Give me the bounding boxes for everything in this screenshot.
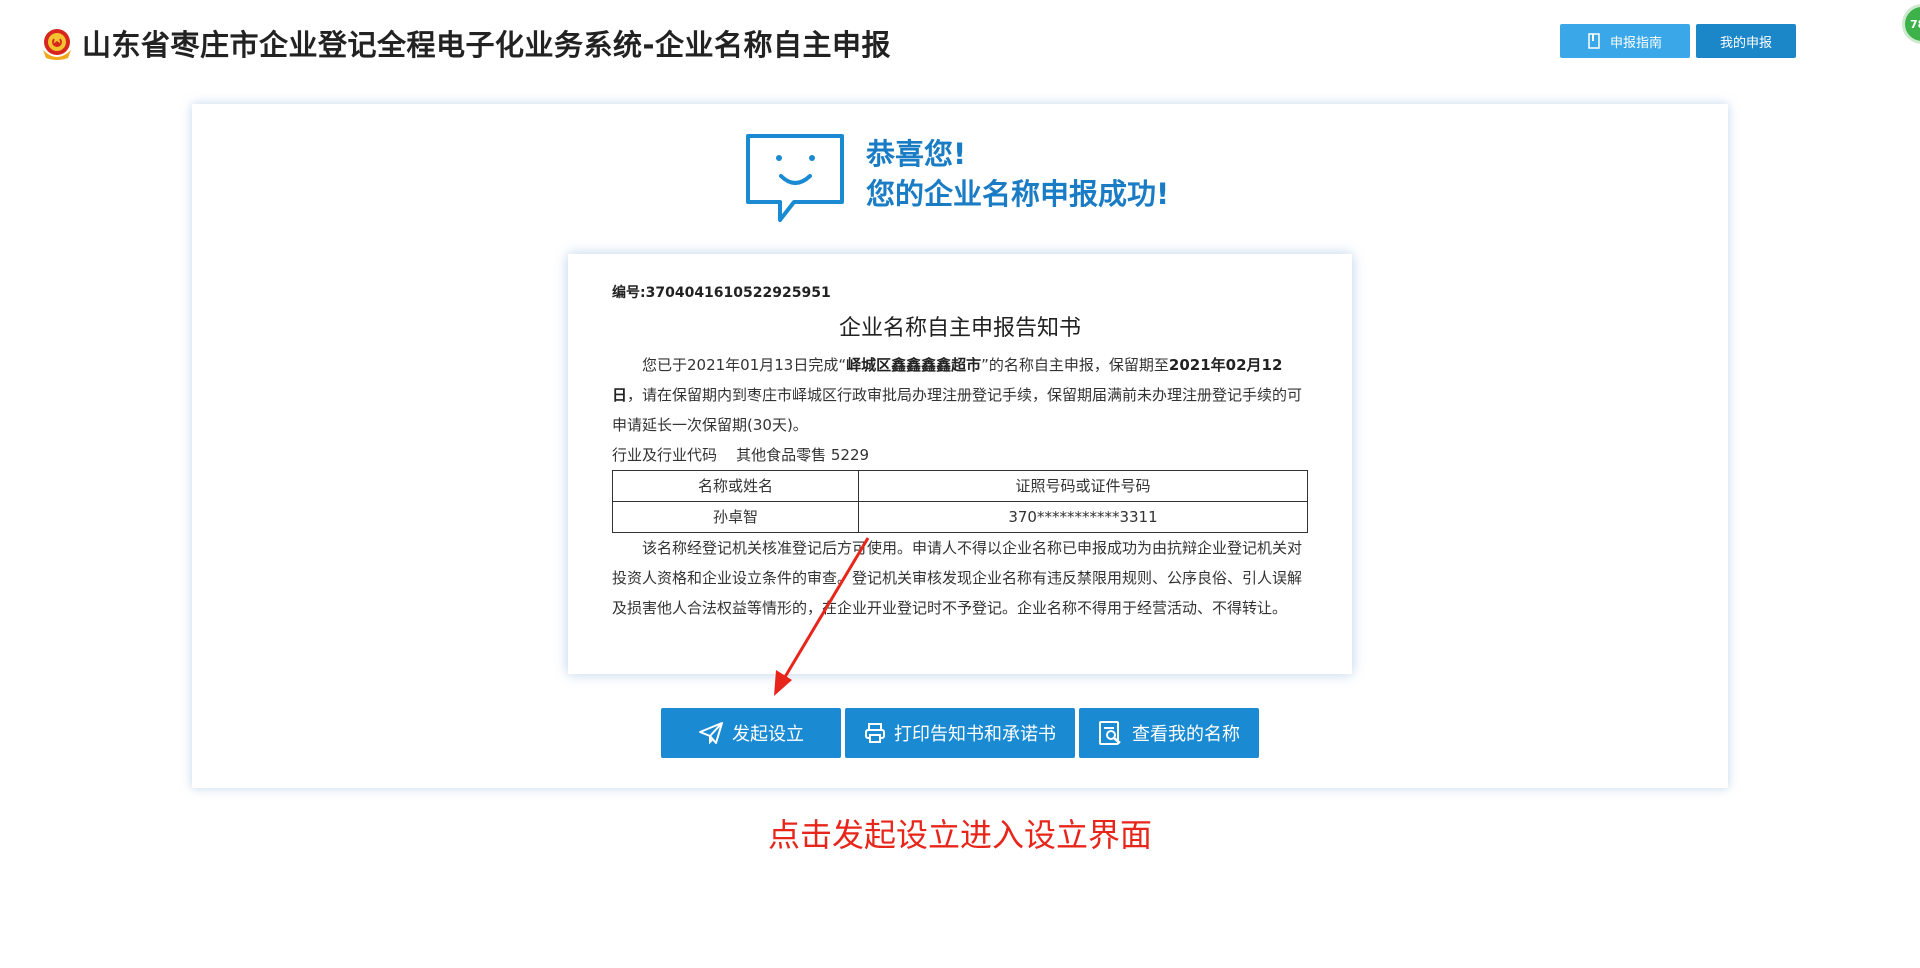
guide-button-label: 申报指南 — [1609, 35, 1662, 51]
para1-text-a: 您已于2021年01月13日完成“ — [642, 356, 847, 374]
industry-value: 其他食品零售 5229 — [736, 446, 870, 464]
printer-icon — [865, 723, 885, 743]
search-document-icon — [1099, 721, 1121, 745]
emblem-icon — [38, 24, 76, 62]
applicant-name: 孙卓智 — [612, 501, 859, 533]
industry-line: 行业及行业代码 其他食品零售 5229 — [612, 440, 1308, 470]
column-header-name: 名称或姓名 — [612, 470, 859, 502]
send-icon — [699, 722, 723, 745]
notice-number-value: 3704041610522925951 — [645, 285, 831, 301]
badge-count: 78 — [1910, 17, 1920, 31]
enterprise-name: 峄城区鑫鑫鑫鑫超市 — [846, 356, 982, 374]
my-application-label: 我的申报 — [1719, 35, 1772, 51]
page-header: 山东省枣庄市企业登记全程电子化业务系统-企业名称自主申报 申报指南 我的申报 7… — [0, 0, 1920, 86]
notice-paragraph-1: 您已于2021年01月13日完成“峄城区鑫鑫鑫鑫超市”的名称自主申报，保留期至2… — [612, 350, 1308, 440]
notice-number: 编号:3704041610522925951 — [612, 282, 831, 302]
smile-chat-icon — [744, 132, 848, 226]
start-setup-label: 发起设立 — [732, 724, 804, 745]
notice-body: 您已于2021年01月13日完成“峄城区鑫鑫鑫鑫超市”的名称自主申报，保留期至2… — [612, 350, 1308, 623]
success-line-2: 您的企业名称申报成功! — [866, 177, 1170, 211]
success-message: 恭喜您! 您的企业名称申报成功! — [866, 134, 1169, 214]
page-title: 山东省枣庄市企业登记全程电子化业务系统-企业名称自主申报 — [82, 28, 892, 62]
column-header-id: 证照号码或证件号码 — [858, 470, 1308, 502]
print-notice-label: 打印告知书和承诺书 — [894, 724, 1056, 745]
industry-label: 行业及行业代码 — [612, 446, 718, 464]
document-icon — [1588, 33, 1600, 49]
applicant-id: 370***********3311 — [858, 501, 1308, 533]
success-line-1: 恭喜您! — [866, 137, 967, 171]
start-setup-button[interactable]: 发起设立 — [661, 708, 841, 758]
table-row: 孙卓智 370***********3311 — [612, 501, 1308, 533]
notice-title: 企业名称自主申报告知书 — [838, 316, 1081, 341]
para1-text-b: ”的名称自主申报，保留期至 — [981, 356, 1169, 374]
print-notice-button[interactable]: 打印告知书和承诺书 — [845, 708, 1075, 758]
view-my-name-button[interactable]: 查看我的名称 — [1079, 708, 1259, 758]
notice-paragraph-2: 该名称经登记机关核准登记后方可使用。申请人不得以企业名称已申报成功为由抗辩企业登… — [612, 539, 1303, 617]
annotation-label: 点击发起设立进入设立界面 — [767, 816, 1152, 854]
guide-button[interactable]: 申报指南 — [1560, 24, 1690, 58]
notice-card: 编号:3704041610522925951 企业名称自主申报告知书 您已于20… — [568, 254, 1352, 674]
para1-text-c: ，请在保留期内到枣庄市峄城区行政审批局办理注册登记手续，保留期届满前未办理注册登… — [612, 386, 1303, 434]
floating-badge[interactable]: 78 — [1902, 4, 1920, 44]
my-application-button[interactable]: 我的申报 — [1696, 24, 1796, 58]
table-header-row: 名称或姓名 证照号码或证件号码 — [612, 470, 1308, 502]
applicant-table: 名称或姓名 证照号码或证件号码 孙卓智 370***********3311 — [612, 470, 1308, 533]
annotation-arrow — [750, 530, 900, 700]
view-my-name-label: 查看我的名称 — [1132, 724, 1240, 745]
annotation-text: 点击发起设立进入设立界面 — [0, 810, 1920, 856]
notice-number-label: 编号: — [612, 285, 646, 301]
